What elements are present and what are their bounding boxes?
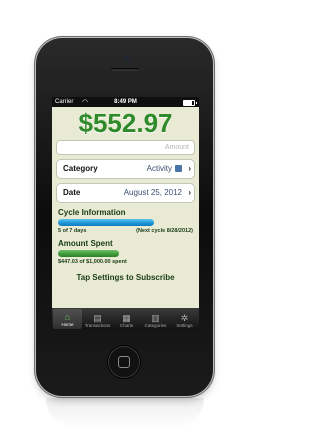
cycle-title: Cycle Information [58,208,126,217]
book-icon: ▤ [93,313,102,323]
tab-label: Settings [176,323,193,328]
iphone-device: Carrier ◠ 8:49 PM $552.97 Amount Categor… [36,38,213,396]
category-group: Category Activity › [56,159,195,179]
balance-amount: $552.97 [78,108,173,138]
next-cycle-text: (Next cycle 8/28/2012) [136,228,193,234]
home-square-icon [118,356,130,368]
tab-transactions[interactable]: ▤ Transactions [83,308,112,330]
chevron-right-icon: › [188,188,191,197]
date-value: August 25, 2012 [123,188,182,197]
home-button[interactable] [108,346,140,378]
tab-label: Transactions [84,323,111,328]
status-bar: Carrier ◠ 8:49 PM [52,97,199,107]
battery-icon [183,100,197,106]
subscribe-prompt[interactable]: Tap Settings to Subscribe [52,273,199,282]
chart-icon: ▦ [122,313,131,323]
tab-charts[interactable]: ▦ Charts [112,308,141,330]
app-screen: Carrier ◠ 8:49 PM $552.97 Amount Categor… [52,97,199,330]
cycle-details: 5 of 7 days (Next cycle 8/28/2012) [58,228,193,234]
chevron-right-icon: › [188,164,191,173]
tab-label: Charts [119,323,134,328]
date-row[interactable]: Date August 25, 2012 › [57,184,194,202]
status-time: 8:49 PM [114,99,137,105]
archive-icon: ▥ [151,313,160,323]
tab-label: Categories [144,323,167,328]
date-group: Date August 25, 2012 › [56,183,195,203]
front-camera [125,56,130,61]
amount-input[interactable]: Amount [56,140,195,155]
category-value: Activity [147,160,182,178]
category-label: Category [63,164,98,173]
earpiece-speaker [111,68,139,71]
spent-progress-fill [58,250,119,257]
category-row[interactable]: Category Activity › [57,160,194,178]
cycle-progress-bar [58,219,193,226]
tab-bar: ⌂ Home ▤ Transactions ▦ Charts ▥ Categor… [52,308,199,330]
tab-home[interactable]: ⌂ Home [53,309,82,329]
tab-label: Home [61,322,74,327]
cycle-days-text: 5 of 7 days [58,228,87,234]
tab-categories[interactable]: ▥ Categories [141,308,170,330]
phone-reflection [46,398,204,428]
amount-spent-title: Amount Spent [58,239,113,248]
cycle-progress-fill [58,219,154,226]
spent-text: $447.03 of $1,000.00 spent [58,259,127,265]
date-label: Date [63,188,81,197]
category-color-swatch [175,165,182,172]
tab-settings[interactable]: ✲ Settings [170,308,199,330]
spent-progress-bar [58,250,193,257]
spent-details: $447.03 of $1,000.00 spent [58,259,193,265]
gear-icon: ✲ [180,313,189,323]
home-icon: ⌂ [64,312,71,322]
